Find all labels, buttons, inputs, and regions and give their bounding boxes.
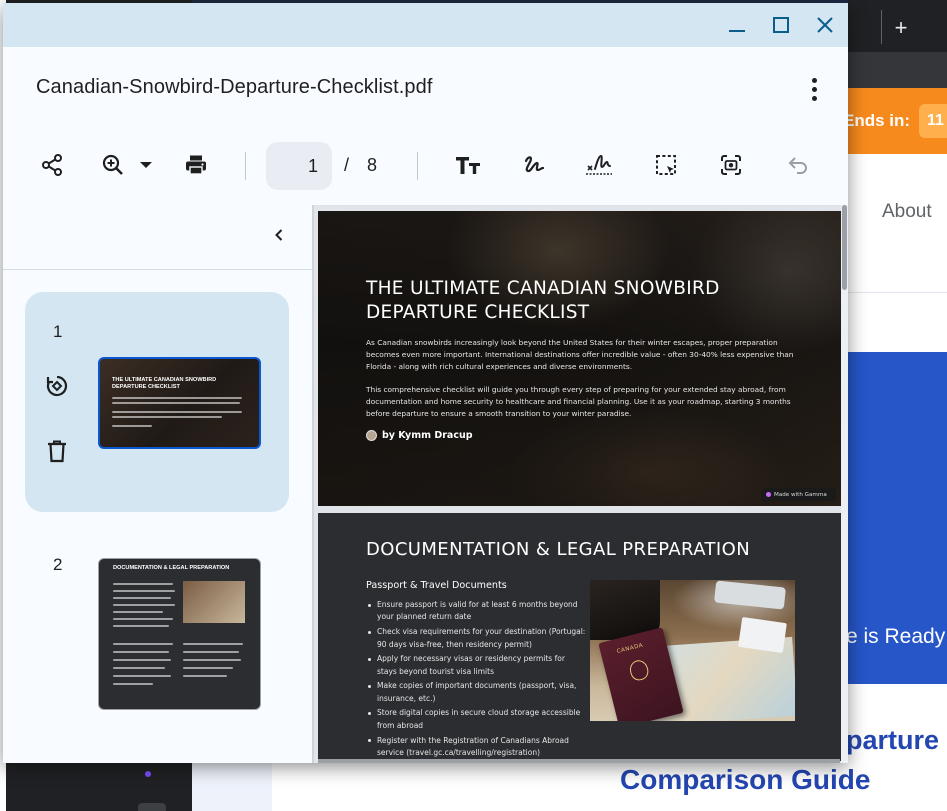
page-2-checklist: Ensure passport is valid for at least 6 … — [366, 599, 586, 761]
selection-icon[interactable] — [651, 141, 681, 189]
page-thumbnail-2[interactable]: DOCUMENTATION & LEGAL PREPARATION — [98, 558, 261, 710]
total-pages: 8 — [367, 155, 378, 175]
screenshot-icon[interactable] — [716, 141, 746, 189]
print-icon[interactable] — [181, 141, 211, 189]
checklist-item: Check visa requirements for your destina… — [366, 626, 586, 651]
thumbnail-text-line — [112, 411, 242, 413]
checklist-item: Apply for necessary visas or residency p… — [366, 653, 586, 678]
thumbnail-title: THE ULTIMATE CANADIAN SNOWBIRD DEPARTURE… — [112, 377, 217, 390]
passport-photo: CANADA — [590, 580, 795, 721]
badge-label: Made with Gamma — [774, 491, 827, 498]
made-with-gamma-badge[interactable]: Made with Gamma — [761, 488, 836, 501]
new-tab-button[interactable]: + — [883, 10, 919, 46]
thumbnail-title: DOCUMENTATION & LEGAL PREPARATION — [113, 565, 230, 571]
thumbnail-text-line — [113, 604, 175, 606]
rotate-icon[interactable] — [42, 371, 72, 401]
notification-dot — [145, 771, 151, 777]
nav-link-about[interactable]: About — [882, 201, 932, 223]
browser-address-bar[interactable] — [848, 52, 947, 88]
more-options-icon[interactable] — [799, 71, 829, 107]
page-1-intro-paragraph: As Canadian snowbirds increasingly look … — [366, 338, 794, 372]
window-titlebar[interactable] — [3, 3, 848, 47]
thumbnail-text-line — [113, 659, 171, 661]
pane-divider[interactable] — [312, 205, 314, 763]
thumbnail-text-line — [183, 643, 243, 645]
passport-label: CANADA — [616, 642, 644, 655]
zoom-in-icon[interactable] — [98, 141, 128, 189]
page-number-input[interactable]: 1 — [266, 142, 332, 190]
thumbnail-text-line — [113, 583, 173, 585]
thumbnail-text-line — [112, 416, 222, 418]
collapse-sidebar-icon[interactable] — [265, 221, 293, 249]
passport-crest — [627, 658, 651, 683]
thumbnail-text-line — [113, 625, 169, 627]
pdf-page-2: DOCUMENTATION & LEGAL PREPARATION Passpo… — [318, 513, 841, 761]
thumbnail-text-line — [113, 651, 169, 653]
page-separator: / — [344, 155, 350, 175]
thumbnail-text-line — [113, 590, 175, 592]
thumbnail-page-number: 2 — [53, 555, 63, 574]
thumbnail-text-line — [183, 659, 241, 661]
signature-icon[interactable] — [583, 141, 615, 189]
close-icon[interactable] — [809, 9, 841, 41]
toolbar-separator — [417, 152, 418, 180]
maximize-icon[interactable] — [765, 9, 797, 41]
author-name: by Kymm Dracup — [382, 430, 473, 441]
thumbnail-photo — [183, 581, 245, 623]
thumbnail-text-line — [183, 675, 227, 677]
page-2-title: DOCUMENTATION & LEGAL PREPARATION — [366, 539, 751, 560]
text-size-icon[interactable] — [453, 141, 483, 189]
thumbnail-text-line — [113, 597, 171, 599]
delete-icon[interactable] — [42, 436, 72, 466]
thumbnail-text-line — [112, 397, 242, 399]
thumbnail-text-line — [113, 675, 171, 677]
promo-timer: 11 — [919, 104, 947, 138]
taskbar-icon[interactable] — [138, 803, 166, 811]
minimize-icon[interactable] — [721, 9, 753, 41]
thumbnail-text-line — [183, 667, 233, 669]
undo-icon[interactable] — [783, 141, 813, 189]
page-thumbnail-1[interactable]: THE ULTIMATE CANADIAN SNOWBIRD DEPARTURE… — [98, 357, 261, 449]
thumbnail-text-line — [113, 683, 153, 685]
nav-divider — [848, 292, 947, 293]
horizontal-scrollbar[interactable] — [318, 759, 840, 763]
draw-icon[interactable] — [519, 141, 549, 189]
thumbnail-text-line — [113, 611, 163, 613]
vertical-scrollbar-thumb[interactable] — [842, 205, 847, 290]
section-heading-line1: parture — [846, 725, 940, 755]
checklist-item: Store digital copies in secure cloud sto… — [366, 707, 586, 732]
thumbnail-text-line — [183, 651, 239, 653]
page-2-subtitle: Passport & Travel Documents — [366, 580, 507, 591]
section-heading-line2: Comparison Guide — [620, 764, 871, 795]
gamma-logo-icon — [766, 492, 771, 497]
toolbar-separator — [245, 152, 246, 180]
thumbnail-text-line — [113, 618, 173, 620]
thumbnail-text-line — [113, 643, 173, 645]
promo-label: Ends in: — [843, 111, 911, 130]
viewer-header: Canadian-Snowbird-Departure-Checklist.pd… — [3, 47, 848, 205]
checklist-item: Make copies of important documents (pass… — [366, 680, 586, 705]
page-1-title: THE ULTIMATE CANADIAN SNOWBIRD DEPARTURE… — [366, 278, 720, 323]
thumbnail-sidebar: 1 THE ULTIMATE CANADIAN SNOWBIRD DEPARTU… — [3, 205, 312, 763]
thumbnail-page-number: 1 — [53, 322, 63, 341]
pdf-viewer-window: Canadian-Snowbird-Departure-Checklist.pd… — [3, 3, 848, 763]
author-avatar — [366, 430, 377, 441]
page-1-body-paragraph: This comprehensive checklist will guide … — [366, 385, 791, 419]
thumbnail-text-line — [112, 425, 152, 427]
pdf-page-1: THE ULTIMATE CANADIAN SNOWBIRD DEPARTURE… — [318, 211, 841, 506]
sidebar-divider — [3, 269, 312, 270]
tab-divider — [881, 10, 882, 44]
thumbnail-text-line — [113, 667, 165, 669]
document-title: Canadian-Snowbird-Departure-Checklist.pd… — [36, 76, 433, 98]
photo-card — [738, 617, 787, 653]
thumbnail-text-line — [112, 402, 240, 404]
zoom-dropdown-icon[interactable] — [135, 141, 157, 189]
photo-passport: CANADA — [598, 627, 684, 721]
checklist-item: Register with the Registration of Canadi… — [366, 735, 586, 760]
share-icon[interactable] — [37, 141, 67, 189]
hero-text: e is Ready — [846, 625, 946, 648]
page-1-author: by Kymm Dracup — [366, 430, 473, 441]
photo-device — [714, 580, 786, 610]
checklist-item: Ensure passport is valid for at least 6 … — [366, 599, 586, 624]
